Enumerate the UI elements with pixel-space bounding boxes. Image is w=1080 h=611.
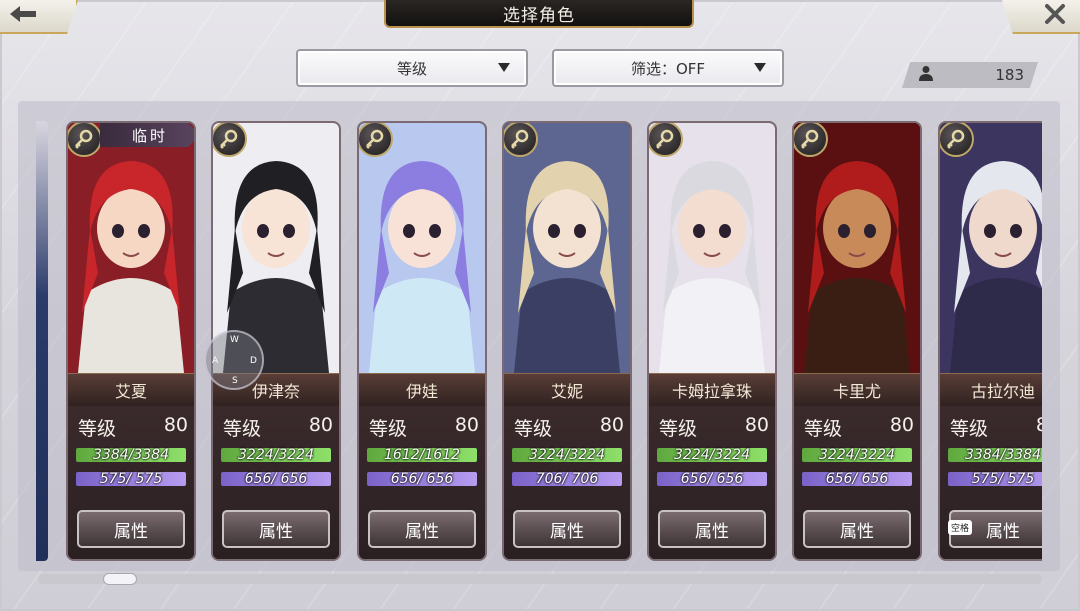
- level-value: 80: [163, 414, 188, 436]
- scrollbar-thumb[interactable]: [103, 573, 137, 585]
- joystick-key-d: D: [250, 356, 257, 366]
- level-value: 80: [454, 414, 479, 436]
- key-icon: [649, 123, 683, 157]
- level-value: 80: [599, 414, 624, 436]
- level-label: 等级: [514, 418, 553, 440]
- mp-bar: 656/ 656: [221, 471, 331, 487]
- mp-bar: 575/ 575: [948, 471, 1042, 487]
- character-portrait: [940, 123, 1042, 373]
- hp-bar: 3224/3224: [802, 447, 912, 463]
- hp-bar: 3224/3224: [512, 447, 622, 463]
- character-card[interactable]: 古拉尔迪等级803384/3384575/ 575属性空格: [938, 121, 1042, 561]
- character-card[interactable]: 艾夏等级 80 3384/3384 575/ 575 属性 临时: [66, 121, 196, 561]
- sort-dropdown-label: 等级: [396, 59, 427, 78]
- character-portrait: [649, 123, 775, 373]
- mp-bar: 656/ 656: [802, 471, 912, 487]
- character-portrait: [359, 123, 485, 373]
- key-icon: [504, 123, 538, 157]
- character-name: 伊娃: [359, 373, 485, 407]
- character-stats: 等级 80 3224/3224 656/ 656 属性: [213, 406, 339, 559]
- character-stats: 等级803384/3384575/ 575属性: [940, 406, 1042, 559]
- attributes-button[interactable]: 属性: [658, 510, 766, 548]
- level-row: 等级 80: [78, 414, 188, 441]
- attributes-button[interactable]: 属性: [222, 510, 330, 548]
- hp-bar: 3384/3384: [948, 447, 1042, 463]
- close-icon: [1044, 3, 1066, 29]
- mp-bar: 706/ 706: [512, 471, 622, 487]
- level-label: 等级: [369, 418, 408, 440]
- joystick-key-s: S: [232, 376, 238, 386]
- joystick-key-w: W: [230, 335, 239, 345]
- level-label: 等级: [804, 418, 843, 440]
- key-icon: [68, 123, 102, 157]
- mp-bar: 656/ 656: [657, 471, 767, 487]
- hp-bar: 3384/3384: [76, 447, 186, 463]
- character-card[interactable]: 艾妮等级 80 3224/3224 706/ 706 属性: [502, 121, 632, 561]
- character-name: 艾夏: [68, 373, 194, 407]
- level-label: 等级: [78, 418, 117, 440]
- hp-bar: 1612/1612: [367, 447, 477, 463]
- hp-bar: 3224/3224: [657, 447, 767, 463]
- person-icon: [918, 65, 934, 85]
- level-row: 等级 80: [804, 414, 914, 441]
- character-count-badge: 183: [902, 62, 1038, 88]
- horizontal-scrollbar[interactable]: [38, 574, 1042, 584]
- arrow-left-icon: [8, 4, 38, 28]
- back-button[interactable]: [0, 0, 78, 34]
- chevron-down-icon: [754, 63, 766, 72]
- character-carousel[interactable]: 艾夏 等级 80 3384/3384 575/ 575 属性 临时 伊津奈 等级 80 3224/3…: [36, 115, 1042, 565]
- attributes-button[interactable]: 属性: [513, 510, 621, 548]
- character-stats: 等级 80 3224/3224 706/ 706 属性: [504, 406, 630, 559]
- character-stats: 等级 80 1612/1612 656/ 656 属性: [359, 406, 485, 559]
- level-row: 等级 80: [659, 414, 769, 441]
- level-value: 80: [1036, 414, 1042, 441]
- character-card[interactable]: 伊娃等级 80 1612/1612 656/ 656 属性: [357, 121, 487, 561]
- level-value: 80: [889, 414, 914, 436]
- character-name: 古拉尔迪: [940, 373, 1042, 407]
- filter-dropdown-label: 筛选：OFF: [630, 59, 706, 78]
- sort-dropdown[interactable]: 等级: [296, 49, 528, 87]
- character-card[interactable]: 卡姆拉拿珠等级 80 3224/3224 656/ 656 属性: [647, 121, 777, 561]
- filter-dropdown[interactable]: 筛选：OFF: [552, 49, 784, 87]
- mp-bar: 656/ 656: [367, 471, 477, 487]
- character-stats: 等级 80 3224/3224 656/ 656 属性: [794, 406, 920, 559]
- character-name: 卡里尤: [794, 373, 920, 407]
- key-icon: [940, 123, 974, 157]
- character-portrait: [68, 123, 194, 373]
- space-key-hint: 空格: [948, 520, 973, 535]
- level-row: 等级 80: [950, 414, 1042, 441]
- character-stats: 等级 80 3224/3224 656/ 656 属性: [649, 406, 775, 559]
- attributes-button[interactable]: 属性: [368, 510, 476, 548]
- close-button[interactable]: [1002, 0, 1080, 34]
- character-portrait: [504, 123, 630, 373]
- character-name: 艾妮: [504, 373, 630, 407]
- level-value: 80: [744, 414, 769, 436]
- character-card[interactable]: 卡里尤等级 80 3224/3224 656/ 656 属性: [792, 121, 922, 561]
- hp-bar: 3224/3224: [221, 447, 331, 463]
- virtual-joystick[interactable]: W A D S: [204, 330, 264, 390]
- temporary-badge: 临时: [100, 123, 194, 147]
- level-row: 等级 80: [369, 414, 479, 441]
- level-value: 80: [308, 414, 333, 436]
- attributes-button[interactable]: 属性: [803, 510, 911, 548]
- level-row: 等级 80: [223, 414, 333, 441]
- character-stats: 等级 80 3384/3384 575/ 575 属性: [68, 406, 194, 559]
- character-name: 卡姆拉拿珠: [649, 373, 775, 407]
- level-label: 等级: [223, 418, 262, 440]
- key-icon: [794, 123, 828, 157]
- joystick-key-a: A: [212, 356, 219, 366]
- character-count: 183: [995, 66, 1024, 84]
- level-label: 等级: [659, 418, 698, 440]
- chevron-down-icon: [498, 63, 510, 72]
- level-label: 等级: [950, 418, 989, 440]
- attributes-button[interactable]: 属性: [77, 510, 185, 548]
- key-icon: [359, 123, 393, 157]
- page-title: 选择角色: [384, 0, 694, 28]
- mp-bar: 575/ 575: [76, 471, 186, 487]
- level-row: 等级 80: [514, 414, 624, 441]
- character-portrait: [794, 123, 920, 373]
- key-icon: [213, 123, 247, 157]
